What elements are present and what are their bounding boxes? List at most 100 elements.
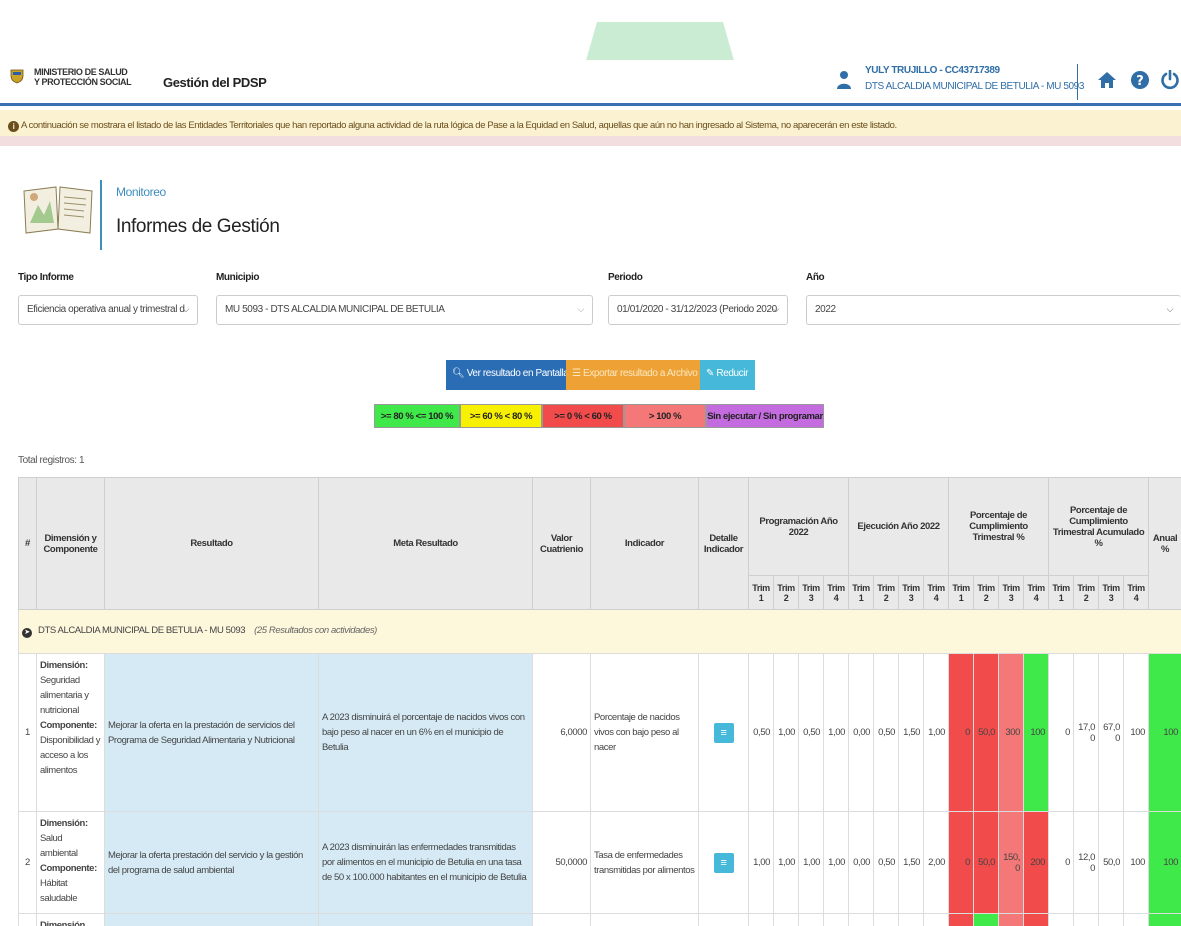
pct-acumulado-cell: 17,0 0 [1073, 653, 1100, 812]
legend-pink: > 100 % [624, 404, 706, 428]
trim-label: Trim [802, 582, 820, 593]
programacion-cell: 1,00 [822, 811, 850, 914]
municipio-label: Municipio [216, 272, 260, 283]
detail-list-icon[interactable]: ≡ [713, 722, 734, 743]
trim-number: 3 [908, 592, 914, 603]
detail-list-icon[interactable]: ≡ [713, 852, 734, 873]
programacion-cell: 0,50 [748, 653, 774, 812]
legend-yellow: >= 60 % < 80 % [460, 404, 542, 428]
help-icon[interactable]: ? [1130, 70, 1150, 90]
app-title: Gestión del PDSP [163, 75, 267, 90]
ver-resultado-label: Ver resultado en Pantalla [466, 368, 569, 379]
tipo-informe-select[interactable]: Eficiencia operativa anual y trimestral … [18, 295, 198, 325]
trim-label: Trim [1077, 582, 1095, 593]
trim-number: 1 [858, 592, 864, 603]
breadcrumb[interactable]: Monitoreo [116, 185, 166, 199]
pct-acumulado-cell: 0 [1048, 811, 1075, 914]
group-row[interactable]: ➤ DTS ALCALDIA MUNICIPAL DE BETULIA - MU … [17, 609, 1181, 654]
comp-value: Hábitat saludable [40, 878, 78, 904]
anio-select[interactable]: 2022 ⌵ [806, 295, 1181, 325]
col-resultado: Resultado [104, 477, 319, 610]
detalle-cell [698, 913, 749, 926]
trim-number: 2 [883, 592, 889, 603]
col-num: # [18, 477, 37, 610]
row-num: 2 [18, 811, 37, 914]
exportar-resultado-label: Exportar resultado a Archivo [582, 368, 698, 379]
header-divider [1077, 64, 1078, 100]
home-icon[interactable] [1097, 70, 1117, 90]
ejecucion-cell: 2,00 [923, 811, 950, 914]
trim-header: Trim 1 [948, 575, 975, 610]
dim-label: Dimensión [40, 660, 85, 671]
trim-number: 3 [1008, 592, 1014, 603]
col-ejecucion: Ejecución Año 2022 [848, 477, 950, 576]
trim-header: Trim 1 [1048, 575, 1075, 610]
exportar-resultado-button[interactable]: ☰ Exportar resultado a Archivo [566, 360, 700, 390]
edit-icon: ✎ [706, 368, 714, 379]
ejecucion-cell: 1,50 [898, 653, 925, 812]
col-anual: Anual % [1148, 477, 1181, 610]
resultado-cell [104, 913, 319, 926]
meta-cell: A 2023 disminuirá el porcentaje de nacid… [318, 653, 533, 812]
expand-icon[interactable]: ➤ [22, 628, 32, 638]
col-valor: Valor Cuatrienio [532, 477, 591, 610]
pct-trimestral-cell: 150, 0 [998, 811, 1025, 914]
page-header-divider [100, 180, 102, 250]
trim-header: Trim 4 [1123, 575, 1150, 610]
trim-number: 1 [758, 592, 764, 603]
trim-header: Trim 3 [998, 575, 1025, 610]
trim-number: 1 [1058, 592, 1064, 603]
decorative-banner-shape [585, 22, 735, 64]
programacion-cell [822, 913, 850, 926]
ministry-line-2: Y PROTECCIÓN SOCIAL [34, 77, 132, 87]
ejecucion-cell: 1,00 [923, 653, 950, 812]
valor-cell: 6,0000 [532, 653, 591, 812]
periodo-label: Periodo [608, 272, 643, 283]
col-detalle: Detalle Indicador [698, 477, 749, 610]
power-icon[interactable] [1160, 70, 1180, 90]
trim-number: 2 [983, 592, 989, 603]
municipio-select[interactable]: MU 5093 - DTS ALCALDIA MUNICIPAL DE BETU… [216, 295, 593, 325]
report-book-icon [23, 186, 93, 234]
dim-label: Dimensión [40, 920, 85, 926]
trim-number: 4 [833, 592, 839, 603]
ejecucion-cell: 0,00 [848, 811, 875, 914]
trim-header: Trim 2 [1073, 575, 1100, 610]
trim-label: Trim [877, 582, 895, 593]
search-icon: 🔍︎ [452, 368, 465, 379]
pct-acumulado-cell: 50,0 [1098, 811, 1125, 914]
pct-acumulado-cell [1073, 913, 1100, 926]
trim-number: 3 [1108, 592, 1114, 603]
ejecucion-cell [898, 913, 925, 926]
reducir-button[interactable]: ✎ Reducir [700, 360, 755, 390]
anual-cell: 100 [1148, 653, 1181, 812]
detalle-cell: ≡ [698, 811, 749, 914]
trim-label: Trim [1052, 582, 1070, 593]
top-navbar: MINISTERIO DE SALUD Y PROTECCIÓN SOCIAL … [0, 60, 1181, 106]
pct-trimestral-cell: 100 [1023, 653, 1050, 812]
trim-label: Trim [1002, 582, 1020, 593]
table-row: 2 Dimensión: Salud ambiental Componente: Há… [18, 811, 1181, 914]
page-title: Informes de Gestión [116, 216, 280, 237]
chevron-down-icon: ⌵ [1166, 304, 1174, 314]
ver-resultado-button[interactable]: 🔍︎ Ver resultado en Pantalla [446, 360, 569, 390]
legend-green: >= 80 % <= 100 % [374, 404, 460, 428]
detalle-cell: ≡ [698, 653, 749, 812]
valor-cell: 50,0000 [532, 811, 591, 914]
trim-number: 4 [933, 592, 939, 603]
user-name[interactable]: YULY TRUJILLO - CC43717389 [865, 65, 1000, 76]
trim-header: Trim 2 [873, 575, 900, 610]
anual-cell [1148, 913, 1181, 926]
trim-number: 1 [958, 592, 964, 603]
legend-red: >= 0 % < 60 % [542, 404, 624, 428]
trim-label: Trim [1127, 582, 1145, 593]
pct-acumulado-cell [1098, 913, 1125, 926]
trim-label: Trim [827, 582, 845, 593]
row-num [18, 913, 37, 926]
pct-trimestral-cell: 200 [1023, 811, 1050, 914]
periodo-select[interactable]: 01/01/2020 - 31/12/2023 (Periodo 2020 ⌵ [608, 295, 788, 325]
trim-label: Trim [752, 582, 770, 593]
trim-label: Trim [1027, 582, 1045, 593]
pct-acumulado-cell [1048, 913, 1075, 926]
dim-value: Seguridad alimentaria y nutricional [40, 675, 89, 716]
